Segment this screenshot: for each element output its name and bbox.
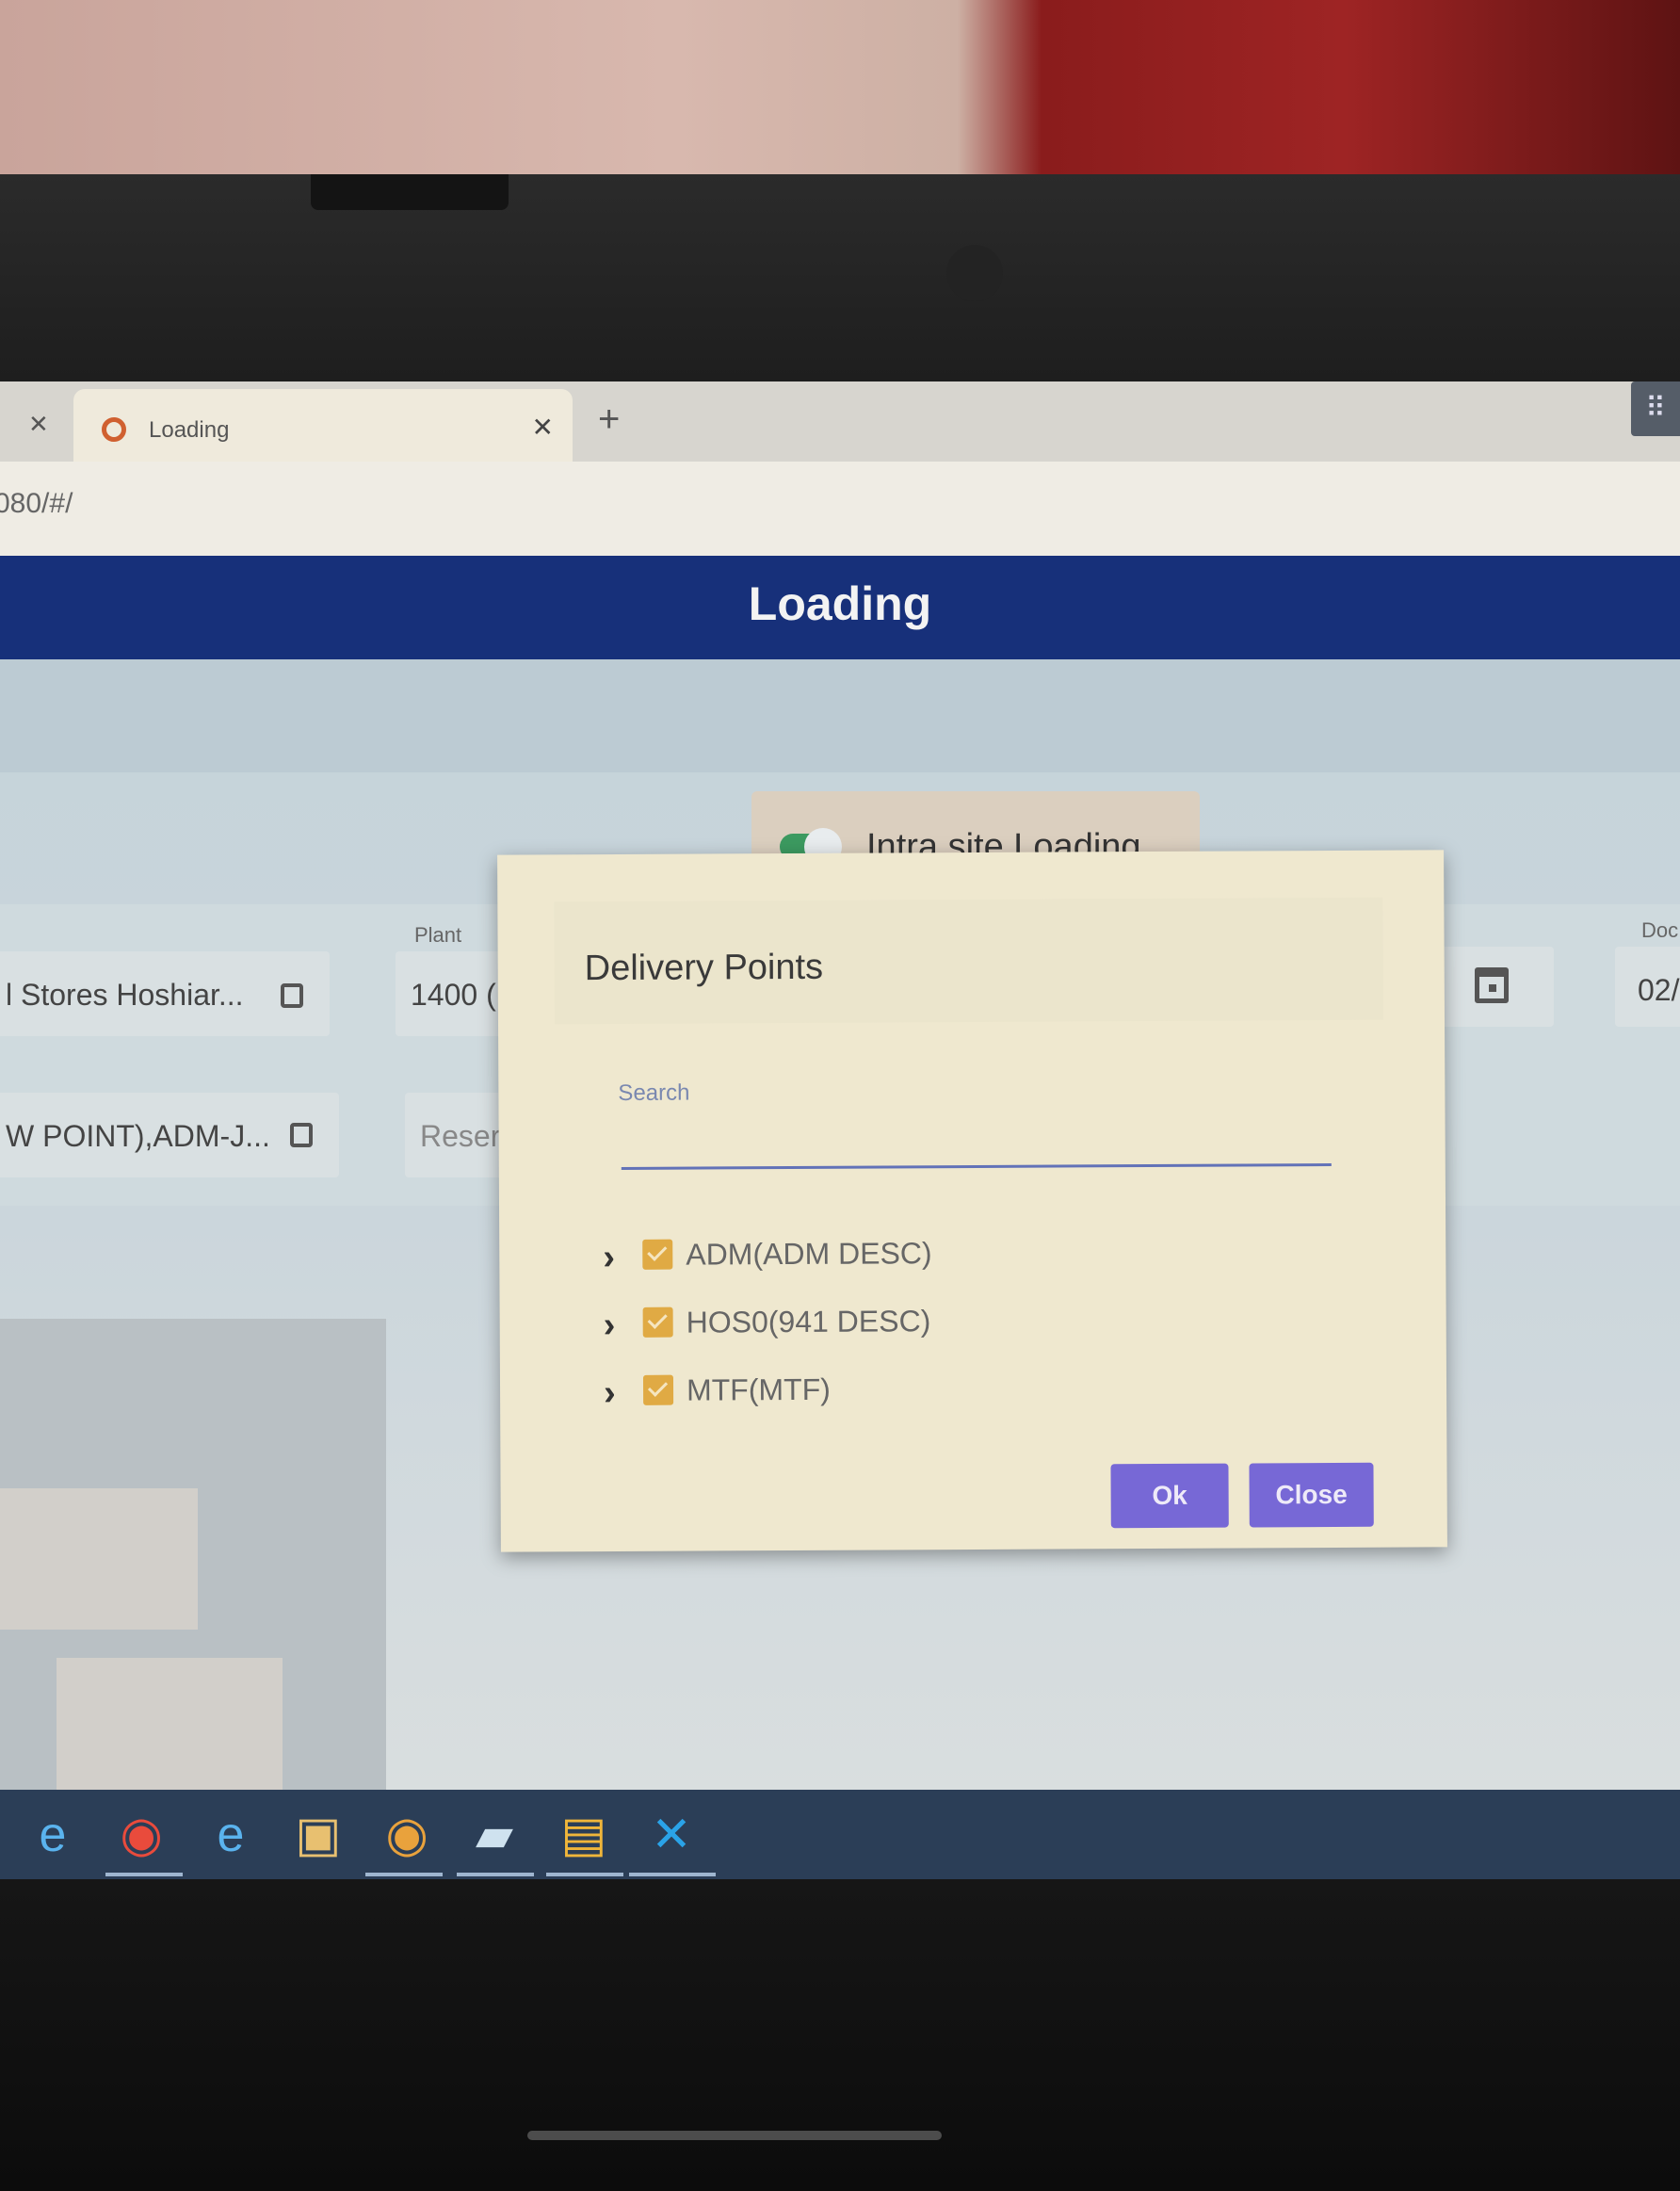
search-input[interactable]: [621, 1114, 1332, 1170]
browser-tab-loading[interactable]: Loading ✕: [73, 389, 573, 462]
tree-item-label: HOS0(941 DESC): [686, 1304, 931, 1339]
monitor-bezel-top: [0, 174, 1680, 381]
checkbox-checked[interactable]: [642, 1374, 674, 1405]
copy-icon[interactable]: [281, 983, 303, 1008]
windows-taskbar: e ◉ e ▣ ◉ ▰ ▤ ✕: [0, 1790, 1680, 1879]
address-bar[interactable]: 080/#/: [0, 462, 1680, 556]
active-indicator: [365, 1873, 443, 1876]
tab-close-icon[interactable]: ✕: [532, 412, 554, 443]
bezel-reflection: [527, 2131, 942, 2140]
tree-item-label: MTF(MTF): [686, 1371, 831, 1407]
chevron-right-icon[interactable]: ›: [604, 1306, 616, 1346]
chrome-icon[interactable]: ◉: [113, 1807, 170, 1863]
calendar-icon[interactable]: [1475, 967, 1509, 1003]
chevron-right-icon[interactable]: ›: [603, 1238, 615, 1278]
page-title: Loading: [748, 577, 932, 630]
store-value: l Stores Hoshiar...: [6, 978, 244, 1012]
new-tab-button[interactable]: +: [598, 398, 620, 441]
doc-label: Doc: [1641, 918, 1679, 942]
close-button[interactable]: Close: [1249, 1462, 1374, 1528]
notes-icon[interactable]: ▰: [466, 1807, 523, 1863]
apps-grid-icon[interactable]: ⠿: [1631, 381, 1680, 436]
checkbox-checked[interactable]: [642, 1239, 673, 1270]
search-label: Search: [618, 1079, 690, 1106]
checkbox-checked[interactable]: [642, 1306, 673, 1338]
active-indicator: [457, 1873, 534, 1876]
copy-icon[interactable]: [290, 1123, 313, 1147]
media-player-icon[interactable]: ▣: [290, 1807, 347, 1863]
file-explorer-icon[interactable]: ▤: [556, 1807, 612, 1863]
shelf: [57, 1658, 283, 1790]
active-indicator: [105, 1873, 183, 1876]
active-indicator: [629, 1873, 716, 1876]
favicon-icon: [102, 417, 126, 442]
delivery-points-dialog: Delivery Points Search › ADM(ADM DESC) ›…: [497, 850, 1447, 1552]
chrome-icon[interactable]: ◉: [379, 1807, 435, 1863]
webcam: [946, 245, 1003, 301]
doc-date-field[interactable]: Doc 02/: [1615, 918, 1680, 1027]
plant-label: Plant: [414, 923, 462, 947]
active-indicator: [546, 1873, 623, 1876]
warehouse-image: [0, 1319, 386, 1790]
shelf: [0, 1488, 198, 1630]
address-url: 080/#/: [0, 488, 73, 519]
date-picker-field[interactable]: [1441, 947, 1554, 1027]
tree-item-label: ADM(ADM DESC): [686, 1236, 932, 1272]
delivery-points-value: W POINT),ADM-J...: [6, 1119, 270, 1153]
doc-value: 02/: [1638, 973, 1680, 1007]
header-band: [0, 659, 1680, 772]
internet-explorer-icon[interactable]: e: [202, 1807, 259, 1863]
plant-value: 1400 (I: [411, 978, 505, 1012]
monitor-bezel-bottom: [0, 1879, 1680, 2191]
delivery-points-field[interactable]: W POINT),ADM-J...: [0, 1093, 339, 1177]
bezel-notch: [311, 174, 509, 210]
internet-explorer-icon[interactable]: e: [24, 1807, 81, 1863]
store-field[interactable]: l Stores Hoshiar...: [0, 951, 330, 1036]
app-header: Loading: [0, 556, 1680, 659]
ok-button[interactable]: Ok: [1110, 1463, 1229, 1529]
close-icon[interactable]: ✕: [28, 410, 49, 439]
dialog-title: Delivery Points: [584, 947, 824, 989]
chevron-right-icon[interactable]: ›: [604, 1373, 616, 1414]
tab-title: Loading: [149, 417, 230, 443]
browser-tab-strip: ✕ Loading ✕ + ⠿: [0, 381, 1680, 462]
background-wall: [0, 0, 1680, 174]
vscode-icon[interactable]: ✕: [643, 1807, 700, 1863]
